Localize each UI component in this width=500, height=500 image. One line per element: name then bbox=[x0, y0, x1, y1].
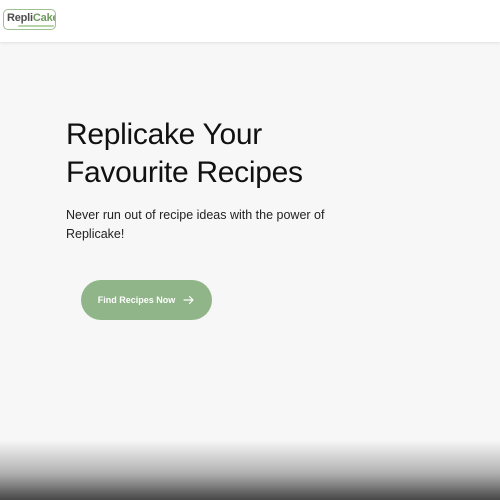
logo-text-repli: Repli bbox=[7, 12, 33, 24]
top-nav-bar: RepliCake bbox=[0, 0, 500, 42]
find-recipes-button-label: Find Recipes Now bbox=[97, 295, 176, 305]
replicake-logo[interactable]: RepliCake bbox=[3, 9, 56, 30]
bottom-shadow-gradient bbox=[0, 440, 500, 500]
logo-underline-decoration bbox=[18, 25, 54, 27]
landing-page: RepliCake Replicake Your Favourite Recip… bbox=[0, 0, 500, 500]
find-recipes-button[interactable]: Find Recipes Now bbox=[81, 280, 212, 320]
arrow-right-icon bbox=[183, 295, 194, 305]
hero-title: Replicake Your Favourite Recipes bbox=[66, 118, 303, 189]
logo-text-cake: Cake bbox=[32, 12, 56, 24]
logo-text: RepliCake bbox=[7, 12, 56, 24]
hero-subtitle: Never run out of recipe ideas with the p… bbox=[66, 208, 325, 241]
